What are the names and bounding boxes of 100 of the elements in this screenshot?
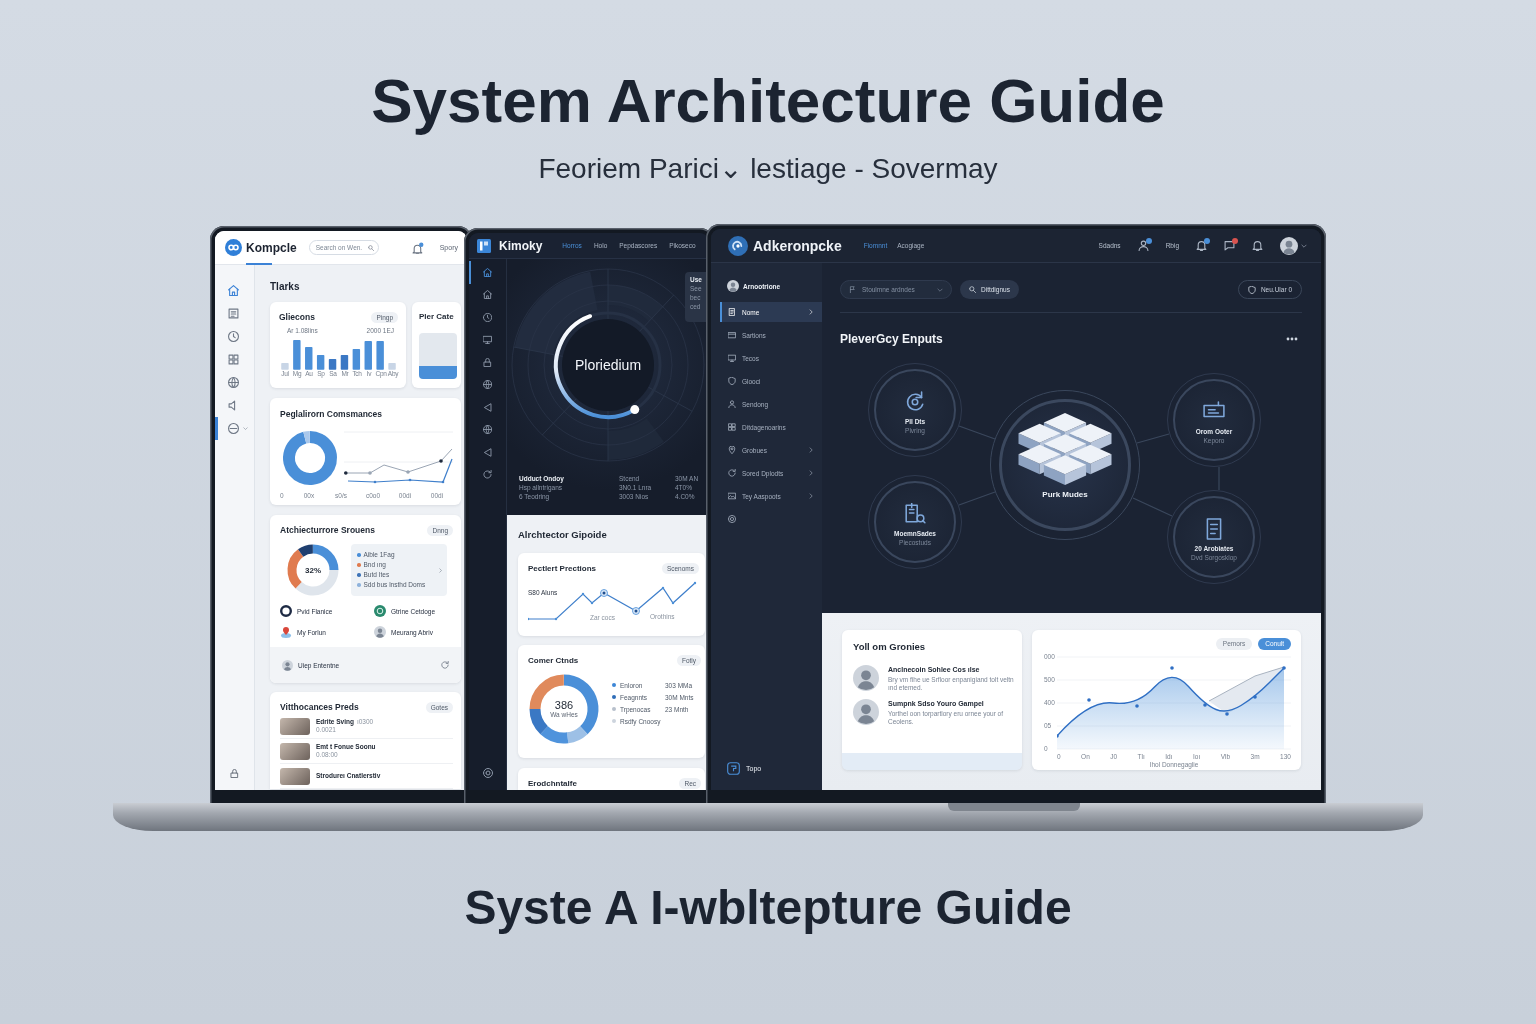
triangle-icon [483,402,492,412]
search-icon [969,286,976,293]
disc-icon [374,605,386,617]
pin-icon [728,446,736,454]
card-title: Atchiecturrore Srouens [280,525,375,535]
chat-icon[interactable] [1224,240,1235,251]
donut-value: 386 [554,699,574,711]
bell-icon[interactable] [411,241,424,254]
avatar-icon [853,699,879,725]
gauge-title: Ploriedium [574,357,642,373]
user-icon[interactable] [1137,240,1149,251]
bell-icon[interactable] [1252,240,1263,251]
lock-icon[interactable] [230,769,239,778]
avatar-icon [853,665,879,691]
data-point [693,581,697,585]
page-subtitle: Feoriem Parici⌄ lestiage - Sovermay [538,153,998,185]
monitor-icon [483,335,492,345]
card-title: Yoll om Gronies [853,640,927,654]
data-point [590,601,594,605]
globe-icon [228,377,239,388]
data-point [554,617,558,621]
brand-name[interactable]: Adkeronpcke [753,237,842,254]
cubes-icon [1017,411,1113,486]
chevron-icon [808,493,814,499]
chart-bar [364,341,372,370]
data-point [439,459,443,463]
data-point [373,480,377,484]
page-title: System Architecture Guide [371,66,1165,136]
home-icon [483,267,492,277]
card-icon [728,331,736,339]
globe-icon [483,380,492,390]
connector-line [958,425,996,440]
shield-icon [1247,285,1256,294]
photo-placeholder [280,767,310,785]
data-point [1135,704,1139,708]
lock-icon [483,357,492,367]
brand-name[interactable]: Kimoky [499,238,543,253]
data-point [441,480,445,484]
card-title: Gliecons [279,312,315,322]
section-title: Alrchtector Gipoide [518,528,608,542]
chart-bar [352,349,361,370]
chevron-icon [808,309,814,315]
data-point [632,607,640,615]
pin-icon [280,626,292,638]
ring-icon [280,605,292,617]
grid-icon [228,354,239,365]
data-point [1225,712,1229,716]
data-point [671,601,675,605]
refresh-icon[interactable] [441,661,449,669]
node-label: Purk Mudes [1042,489,1088,499]
cycle-icon [904,390,926,413]
card-title: Erodchntalfe [528,778,577,788]
chart-bar [316,355,325,370]
photo-placeholder [280,717,310,735]
target-icon[interactable] [482,768,493,778]
data-point [1170,666,1174,670]
caret-icon [937,286,943,293]
data-point [600,589,608,597]
document-icon [728,308,736,316]
page-caption: Syste A I-wbltepture Guide [464,881,1072,935]
search-icon [367,244,374,251]
bell-icon[interactable] [1196,240,1207,251]
caret-icon[interactable] [1301,242,1307,249]
data-point [368,471,372,475]
home-icon [483,290,492,300]
data-point [1087,698,1091,702]
chart-bar [281,362,289,370]
globe-icon [483,425,492,435]
chart-bar [340,355,349,370]
data-point [406,470,410,474]
data-point [344,471,348,475]
chevron-icon [808,447,814,453]
chart-bar [388,362,396,370]
connector-line [1136,433,1170,444]
card-title: Pler Cate [419,311,455,323]
logo-icon[interactable] [728,235,748,256]
logo-icon[interactable] [477,238,491,253]
donut-label: 32% [305,565,321,575]
map-placeholder [419,333,457,379]
image-icon [728,492,736,500]
monitor-icon [728,354,736,362]
connector-line [1132,497,1173,517]
shield-icon [728,377,736,385]
section-title: PleverGcy Enputs [840,332,943,346]
chart-bar [305,347,313,370]
more-icon[interactable] [1286,337,1298,341]
clipboard-search-icon [904,502,926,525]
list-icon [228,308,239,319]
clock-icon [483,312,492,322]
data-point [1282,666,1286,670]
target-icon [728,515,736,523]
grid-icon [728,423,736,431]
card-title: Peglalirorn Comsmances [280,409,383,419]
refresh-icon [728,469,736,477]
data-point [1203,703,1207,707]
clock-icon [228,331,239,342]
triangle-icon [483,447,492,457]
home-icon [228,285,239,296]
page-heading: Tlarks [270,280,301,294]
data-point [661,586,665,590]
